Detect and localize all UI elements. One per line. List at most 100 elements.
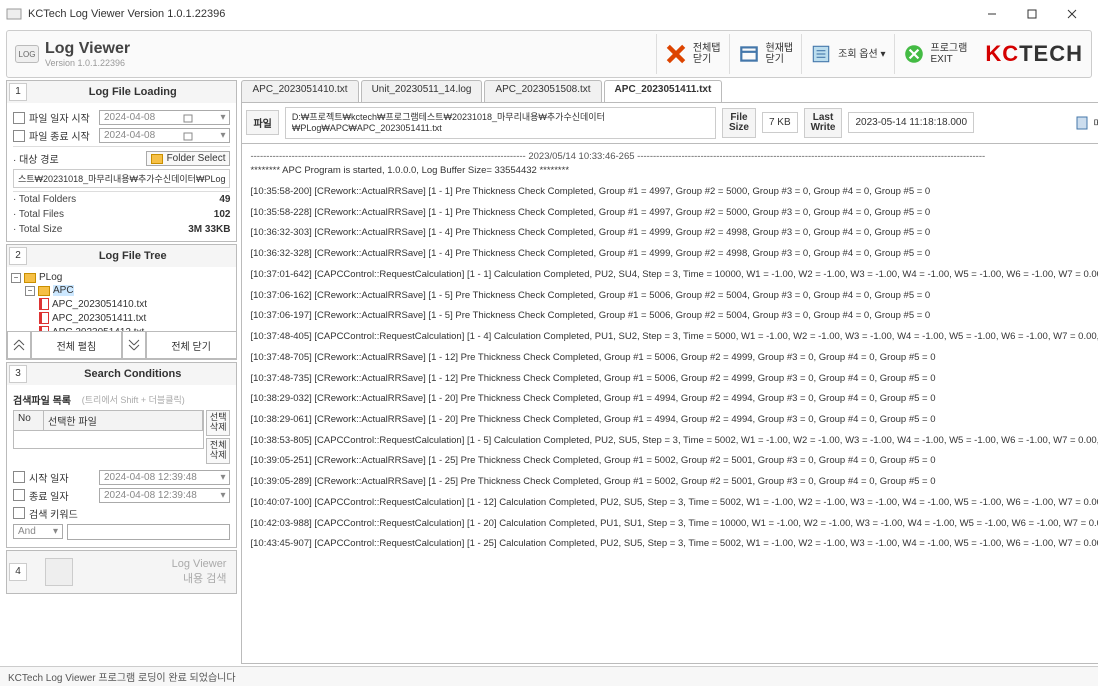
search-start-value: 2024-04-08 12:39:48 [104, 472, 197, 483]
view-opt-l1: 조회 옵션 ▾ [838, 49, 885, 60]
close-window-button[interactable] [1052, 0, 1092, 28]
file-size-label: File Size [722, 108, 756, 138]
file-tree[interactable]: −PLog −APC APC_2023051410.txt APC_202305… [7, 267, 236, 331]
total-files-value: 102 [214, 209, 231, 220]
search-end-checkbox[interactable] [13, 489, 25, 501]
log-line: [10:36:32-328] [CRework::ActualRRSave] [… [250, 247, 1098, 262]
expand-all-button[interactable]: 전체 펼침 [31, 331, 122, 359]
search-start-label: 시작 일자 [29, 470, 95, 485]
log-start-line: ******** APC Program is started, 1.0.0.0… [250, 164, 1098, 179]
folder-select-button[interactable]: Folder Select [146, 151, 231, 166]
start-date-picker[interactable]: 2024-04-08▾ [99, 110, 230, 125]
col-no: No [14, 411, 44, 430]
file-label: 파일 [246, 110, 278, 135]
log-line: [10:38:29-032] [CRework::ActualRRSave] [… [250, 392, 1098, 407]
search-btn-l1: Log Viewer [172, 558, 227, 570]
log-line: [10:35:58-200] [CRework::ActualRRSave] [… [250, 185, 1098, 200]
tree-file[interactable]: APC_2023051411.txt [52, 313, 146, 324]
search-hint: (트리에서 Shift + 더블클릭) [82, 393, 185, 406]
sect2-num: 2 [9, 247, 27, 265]
collapse-all-icon-button[interactable] [122, 331, 146, 359]
folder-icon [38, 286, 50, 296]
total-files-label: · Total Files [13, 209, 64, 220]
total-folders-value: 49 [219, 194, 230, 205]
file-icon [39, 312, 49, 324]
tab-0[interactable]: APC_2023051410.txt [241, 80, 358, 102]
log-line: [10:39:05-289] [CRework::ActualRRSave] [… [250, 475, 1098, 490]
app-icon [6, 6, 22, 22]
sect1-title: Log File Loading [29, 86, 236, 98]
total-size-label: · Total Size [13, 224, 62, 235]
total-folders-label: · Total Folders [13, 194, 76, 205]
chevron-down-icon: ▾ [53, 526, 58, 537]
log-content-area[interactable]: ----------------------------------------… [241, 144, 1098, 664]
file-size-value: 7 KB [762, 112, 798, 133]
collapse-all-button[interactable]: 전체 닫기 [146, 331, 237, 359]
close-all-tabs-button[interactable]: 전체탭닫기 [656, 34, 729, 74]
file-path-value: D:₩프로젝트₩kctech₩프로그램테스트₩20231018_마무리내용₩추가… [285, 107, 716, 139]
close-all-l1: 전체탭 [693, 43, 721, 54]
log-line: [10:40:07-100] [CAPCControl::RequestCalc… [250, 496, 1098, 511]
start-date-checkbox[interactable] [13, 112, 25, 124]
delete-selected-button[interactable]: 선택 삭제 [206, 410, 231, 436]
delete-all-button[interactable]: 전체 삭제 [206, 438, 231, 464]
keyword-input[interactable] [67, 524, 230, 540]
brand: LOG Log Viewer Version 1.0.1.22396 [15, 40, 130, 68]
window-title: KCTech Log Viewer Version 1.0.1.22396 [28, 8, 225, 20]
section-search-conditions: 3Search Conditions 검색파일 목록 (트리에서 Shift +… [6, 362, 237, 548]
keyword-and-or-select[interactable]: And▾ [13, 524, 63, 539]
search-files-label: 검색파일 목록 [13, 392, 71, 407]
view-options-icon [810, 43, 832, 65]
close-all-l2: 닫기 [693, 54, 721, 65]
folder-icon [151, 154, 163, 164]
titlebar: KCTech Log Viewer Version 1.0.1.22396 [0, 0, 1098, 28]
log-line: [10:37:06-162] [CRework::ActualRRSave] [… [250, 289, 1098, 304]
chevron-down-icon: ▾ [220, 130, 225, 141]
search-start-picker[interactable]: 2024-04-08 12:39:48▾ [99, 470, 230, 485]
tree-toggle[interactable]: − [25, 286, 35, 296]
log-line: [10:37:48-405] [CAPCControl::RequestCalc… [250, 330, 1098, 345]
log-line: [10:42:03-988] [CAPCControl::RequestCalc… [250, 517, 1098, 532]
exit-l2: EXIT [931, 54, 968, 65]
log-line: [10:38:53-805] [CAPCControl::RequestCalc… [250, 434, 1098, 449]
calendar-icon [183, 113, 193, 123]
notepad-button[interactable]: 메모장 [1069, 111, 1098, 134]
tab-2[interactable]: APC_2023051508.txt [484, 80, 601, 102]
status-bar: KCTech Log Viewer 프로그램 로딩이 완료 되었습니다 [0, 666, 1098, 686]
notepad-icon [1075, 116, 1089, 130]
tab-1[interactable]: Unit_20230511_14.log [361, 80, 483, 102]
tree-folder-apc[interactable]: APC [53, 285, 74, 296]
tree-toggle[interactable]: − [11, 273, 21, 283]
path-label: · 대상 경로 [13, 151, 142, 166]
maximize-button[interactable] [1012, 0, 1052, 28]
exit-button[interactable]: 프로그램EXIT [894, 34, 976, 74]
end-date-picker[interactable]: 2024-04-08▾ [99, 128, 230, 143]
sect3-num: 3 [9, 365, 27, 383]
file-icon [39, 298, 49, 310]
end-date-checkbox[interactable] [13, 130, 25, 142]
tab-3[interactable]: APC_2023051411.txt [604, 80, 723, 102]
content-search-button[interactable]: Log Viewer 내용 검색 [29, 551, 236, 593]
logo-tech: TECH [1019, 41, 1083, 66]
tree-file[interactable]: APC_2023051410.txt [52, 299, 147, 310]
section-log-file-loading: 1Log File Loading 파일 일자 시작 2024-04-08▾ 파… [6, 80, 237, 242]
file-info-bar: 파일 D:₩프로젝트₩kctech₩프로그램테스트₩20231018_마무리내용… [241, 102, 1098, 144]
search-file-list[interactable] [13, 431, 204, 449]
search-keyword-checkbox[interactable] [13, 507, 25, 519]
search-end-picker[interactable]: 2024-04-08 12:39:48▾ [99, 488, 230, 503]
minimize-button[interactable] [972, 0, 1012, 28]
company-logo: KCTECH [985, 41, 1083, 67]
folder-select-label: Folder Select [167, 153, 226, 164]
total-size-value: 3M 33KB [188, 224, 230, 235]
view-options-button[interactable]: 조회 옵션 ▾ [801, 34, 893, 74]
brand-icon: LOG [15, 45, 39, 63]
tree-root[interactable]: PLog [39, 272, 62, 283]
last-write-value: 2023-05-14 11:18:18.000 [848, 112, 974, 133]
log-line: [10:35:58-228] [CRework::ActualRRSave] [… [250, 206, 1098, 221]
search-start-checkbox[interactable] [13, 471, 25, 483]
close-all-icon [665, 43, 687, 65]
exit-icon [903, 43, 925, 65]
expand-all-icon-button[interactable] [7, 331, 31, 359]
calendar-icon [183, 131, 193, 141]
close-current-tab-button[interactable]: 현재탭닫기 [729, 34, 802, 74]
